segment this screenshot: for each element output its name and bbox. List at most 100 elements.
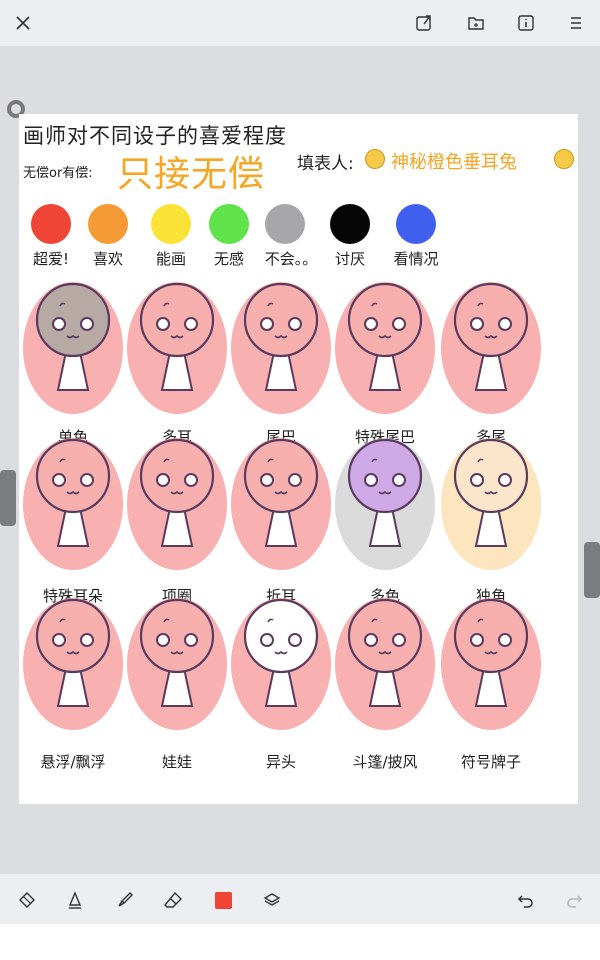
- character-eye: [184, 473, 198, 487]
- layers-icon[interactable]: [261, 889, 283, 911]
- character-eye: [392, 473, 406, 487]
- legend-label: 讨厌: [334, 250, 365, 268]
- character-eye: [260, 317, 274, 331]
- legend-dot: [265, 204, 305, 244]
- character-head: [139, 282, 215, 358]
- eraser-tool-icon[interactable]: [162, 889, 184, 911]
- character-figure: [127, 438, 227, 570]
- character-cell: [226, 438, 336, 588]
- legend-label: 无感: [213, 250, 244, 268]
- character-label: 悬浮/飘浮: [40, 753, 106, 771]
- character-eye: [52, 317, 66, 331]
- character-label: 娃娃: [161, 753, 192, 771]
- character-cell: [122, 282, 232, 432]
- character-label: 符号牌子: [460, 753, 521, 771]
- character-eye: [470, 317, 484, 331]
- character-figure: [441, 438, 541, 570]
- character-cell: [330, 598, 440, 748]
- color-swatch[interactable]: [212, 889, 234, 911]
- character-head: [243, 282, 319, 358]
- right-panel-handle[interactable]: [584, 542, 600, 598]
- character-eye: [80, 317, 94, 331]
- drawing-canvas[interactable]: 画师对不同设子的喜爱程度 无偿or有偿: 只接无偿 填表人: 神秘橙色垂耳兔 超…: [19, 114, 578, 804]
- undo-icon[interactable]: [515, 889, 537, 911]
- filler-name: 神秘橙色垂耳兔: [391, 152, 517, 173]
- character-eye: [184, 633, 198, 647]
- character-label: 斗篷/披风: [352, 753, 418, 771]
- character-figure: [231, 282, 331, 414]
- character-cell: [18, 598, 128, 748]
- legend-dot: [31, 204, 71, 244]
- character-cell: [18, 438, 128, 588]
- character-eye: [498, 317, 512, 331]
- shush-emoji-icon: [554, 149, 574, 169]
- character-eye: [470, 633, 484, 647]
- close-icon[interactable]: [13, 13, 33, 33]
- character-figure: [127, 598, 227, 730]
- character-eye: [156, 633, 170, 647]
- character-eye: [288, 317, 302, 331]
- character-eye: [364, 633, 378, 647]
- legend-dot: [330, 204, 370, 244]
- top-toolbar: [0, 0, 600, 46]
- legend-dot: [209, 204, 249, 244]
- character-cell: [122, 598, 232, 748]
- character-eye: [288, 633, 302, 647]
- legend-dot: [151, 204, 191, 244]
- character-figure: [335, 282, 435, 414]
- filler-label: 填表人:: [297, 154, 354, 174]
- character-head: [243, 438, 319, 514]
- character-cell: [226, 598, 336, 748]
- legend-dot: [396, 204, 436, 244]
- brush-tool-icon[interactable]: [114, 889, 136, 911]
- paid-label: 无偿or有偿:: [23, 166, 93, 181]
- character-eye: [364, 473, 378, 487]
- character-cell: [122, 438, 232, 588]
- character-figure: [335, 438, 435, 570]
- character-cell: [436, 598, 546, 748]
- menu-icon[interactable]: [566, 13, 586, 33]
- export-icon[interactable]: [414, 13, 434, 33]
- character-cell: [436, 282, 546, 432]
- character-eye: [364, 317, 378, 331]
- character-figure: [335, 598, 435, 730]
- character-head: [347, 438, 423, 514]
- character-cell: [330, 282, 440, 432]
- lasso-tool-icon[interactable]: [16, 889, 38, 911]
- left-panel-handle[interactable]: [0, 470, 16, 526]
- character-eye: [80, 633, 94, 647]
- character-eye: [184, 317, 198, 331]
- character-eye: [52, 633, 66, 647]
- character-head: [453, 282, 529, 358]
- navigation-bar-area: [0, 924, 600, 960]
- character-cell: [330, 438, 440, 588]
- pen-tool-icon[interactable]: [64, 889, 86, 911]
- character-eye: [392, 633, 406, 647]
- character-eye: [260, 473, 274, 487]
- character-figure: [23, 438, 123, 570]
- thinking-emoji-icon: [365, 149, 385, 169]
- character-head: [453, 438, 529, 514]
- character-head: [453, 598, 529, 674]
- character-eye: [392, 317, 406, 331]
- character-cell: [436, 438, 546, 588]
- info-icon[interactable]: [516, 13, 536, 33]
- character-head: [35, 438, 111, 514]
- character-head: [139, 438, 215, 514]
- character-head: [35, 282, 111, 358]
- character-head: [347, 598, 423, 674]
- character-head: [243, 598, 319, 674]
- character-cell: [18, 282, 128, 432]
- character-figure: [23, 598, 123, 730]
- character-figure: [441, 598, 541, 730]
- character-figure: [127, 282, 227, 414]
- paid-value: 只接无偿: [117, 154, 266, 195]
- redo-icon[interactable]: [563, 889, 585, 911]
- character-head: [347, 282, 423, 358]
- folder-icon[interactable]: [466, 13, 486, 33]
- character-head: [139, 598, 215, 674]
- character-eye: [498, 473, 512, 487]
- character-eye: [498, 633, 512, 647]
- bottom-toolbar: [0, 874, 600, 924]
- character-eye: [260, 633, 274, 647]
